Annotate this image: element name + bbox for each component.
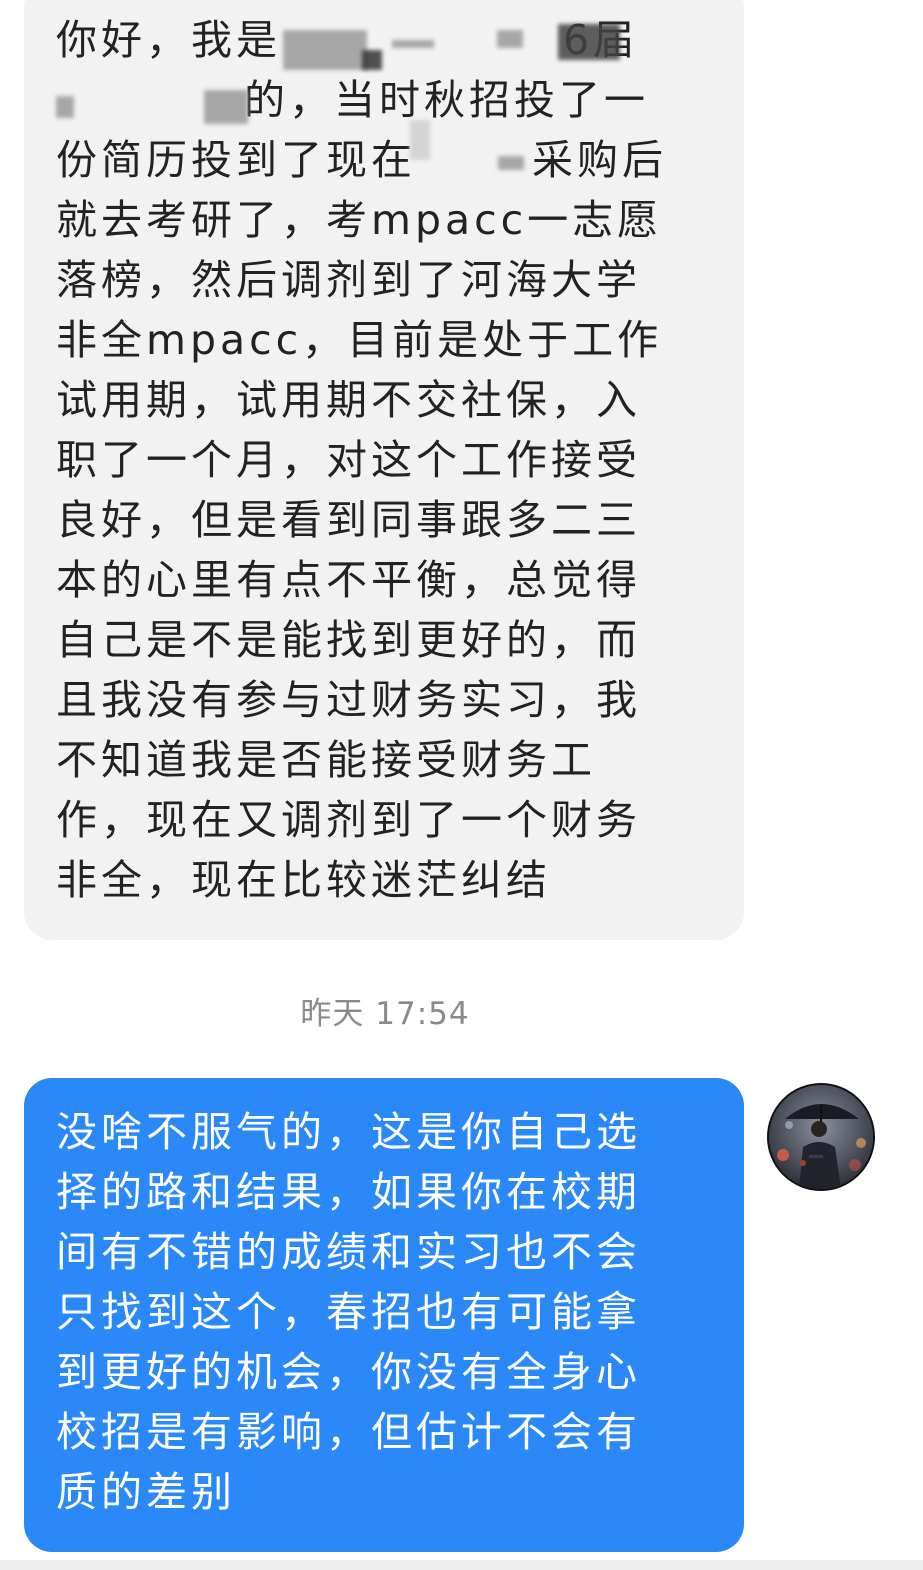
- message-line-3: 间有不错的成绩和实习也不会: [56, 1228, 641, 1276]
- redaction-mark: [498, 156, 524, 170]
- message-line-15: 非全，现在比较迷茫纠结: [56, 856, 551, 904]
- user-avatar[interactable]: [767, 1083, 875, 1191]
- message-line-5: 落榜，然后调剂到了河海大学: [56, 256, 641, 304]
- message-line-11: 自己是不是能找到更好的，而: [56, 616, 641, 664]
- redaction-mark: [410, 120, 430, 160]
- message-line-12: 且我没有参与过财务实习，我: [56, 676, 641, 724]
- message-line-8: 职了一个月，对这个工作接受: [56, 436, 641, 484]
- message-line-4: 只找到这个，春招也有可能拿: [56, 1288, 641, 1336]
- message-line-14: 作，现在又调剂到了一个财务: [56, 796, 641, 844]
- incoming-message-bubble[interactable]: 你好，我是6届 的，当时秋招投了一 份简历投到了现在采购后 就去考研了，考mpa…: [24, 0, 744, 940]
- message-line-2: 的，当时秋招投了一: [244, 76, 649, 124]
- message-line-5: 到更好的机会，你没有全身心: [56, 1348, 641, 1396]
- message-line-13: 不知道我是否能接受财务工: [56, 736, 596, 784]
- message-line-6: 非全mpacc，目前是处于工作: [56, 316, 663, 364]
- message-line-4: 就去考研了，考mpacc一志愿: [56, 196, 663, 244]
- message-line-6: 校招是有影响，但估计不会有: [56, 1408, 641, 1456]
- outgoing-message-bubble[interactable]: 没啥不服气的，这是你自己选 择的路和结果，如果你在校期 间有不错的成绩和实习也不…: [24, 1078, 744, 1552]
- bottom-divider: [0, 1560, 923, 1570]
- message-line-10: 本的心里有点不平衡，总觉得: [56, 556, 641, 604]
- redaction-mark: [497, 30, 523, 48]
- message-timestamp: 昨天 17:54: [300, 996, 470, 1032]
- message-line-3: 份简历投到了现在 采购后: [56, 136, 667, 184]
- message-line-2: 择的路和结果，如果你在校期: [56, 1168, 641, 1216]
- chat-conversation: 你好，我是6届 的，当时秋招投了一 份简历投到了现在采购后 就去考研了，考mpa…: [0, 0, 923, 1570]
- redaction-mark: [392, 40, 434, 48]
- redaction-mark: [204, 90, 248, 124]
- redaction-mark: [558, 24, 620, 60]
- redaction-mark: [56, 96, 74, 118]
- message-line-9: 良好，但是看到同事跟多二三: [56, 496, 641, 544]
- message-line-7: 质的差别: [56, 1468, 236, 1516]
- message-line-7: 试用期，试用期不交社保，入: [56, 376, 641, 424]
- avatar-umbrella-man-icon: [769, 1085, 873, 1189]
- message-line-1: 没啥不服气的，这是你自己选: [56, 1108, 641, 1156]
- redaction-mark: [283, 30, 367, 70]
- redaction-mark: [362, 50, 382, 70]
